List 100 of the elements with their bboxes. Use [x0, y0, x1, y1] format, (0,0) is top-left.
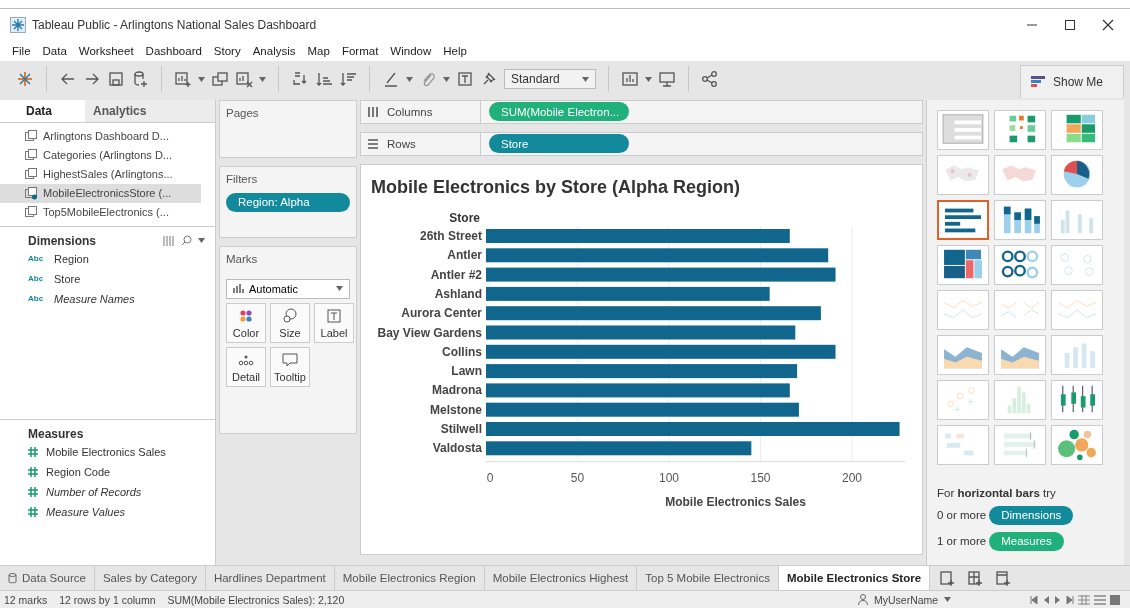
field-item[interactable]: Region	[54, 252, 89, 265]
menu-item[interactable]: Story	[207, 44, 247, 57]
save-icon[interactable]	[107, 70, 125, 89]
new-chart-icon[interactable]	[174, 70, 192, 89]
search-icon[interactable]	[181, 235, 192, 247]
menu-item[interactable]: Data	[36, 44, 73, 57]
caret-icon[interactable]	[198, 76, 205, 82]
menu-item[interactable]: Worksheet	[72, 44, 140, 57]
chart-type-thumbnail[interactable]	[1051, 199, 1103, 240]
new-dashboard-icon[interactable]	[966, 569, 985, 588]
field-item[interactable]: Mobile Electronics Sales	[46, 445, 166, 458]
chart-type-thumbnail[interactable]	[1051, 109, 1103, 150]
field-item[interactable]: Region Code	[46, 465, 111, 478]
menu-item[interactable]: Analysis	[246, 44, 302, 57]
chart-type-thumbnail[interactable]	[937, 199, 989, 240]
mark-button[interactable]: Tooltip	[270, 346, 310, 387]
menu-item[interactable]: Dashboard	[139, 44, 208, 57]
caret-icon[interactable]	[406, 76, 413, 82]
text-box-icon[interactable]	[456, 70, 474, 89]
caret-icon[interactable]	[336, 286, 343, 292]
database-plus-icon[interactable]	[131, 70, 149, 89]
maximize-icon[interactable]	[1064, 18, 1076, 31]
hash-icon	[28, 486, 38, 497]
data-source-item[interactable]: Categories (Arlingtons D...	[0, 145, 201, 165]
new-worksheet-icon[interactable]	[938, 569, 957, 588]
chart-type-thumbnail[interactable]	[937, 424, 989, 465]
dropdown-caret-icon[interactable]	[198, 238, 205, 244]
field-item[interactable]: Measure Names	[54, 292, 135, 305]
mark-button[interactable]: Color	[226, 302, 266, 343]
user-name[interactable]: MyUserName	[874, 593, 939, 606]
show-me-button[interactable]: Show Me	[1020, 64, 1124, 98]
app-logo-icon[interactable]	[16, 70, 34, 89]
caret-icon[interactable]	[443, 76, 450, 82]
presentation-icon[interactable]	[658, 70, 676, 89]
menu-item[interactable]: Window	[384, 44, 438, 57]
grid-view-icon[interactable]	[1078, 594, 1090, 605]
chart-type-thumbnail[interactable]	[1051, 379, 1103, 420]
filmstrip-icon[interactable]	[1110, 594, 1120, 605]
sheet-tab[interactable]: Mobile Electronics Store	[778, 566, 931, 591]
duplicate-icon[interactable]	[211, 70, 229, 89]
first-page-icon[interactable]	[1030, 595, 1038, 604]
field-type-tag: Measures	[989, 531, 1064, 551]
field-type-tag: Dimensions	[989, 505, 1074, 525]
field-item[interactable]: Number of Records	[46, 485, 142, 498]
chart-type-thumbnail[interactable]	[937, 244, 989, 285]
chart-type-thumbnail[interactable]	[994, 244, 1046, 285]
chart-type-thumbnail[interactable]	[994, 379, 1046, 420]
filter-pill[interactable]: Region: Alpha	[226, 192, 350, 212]
axis-label: 26th Street	[419, 228, 482, 243]
data-source-item[interactable]: Top5MobileElectronics (...	[0, 202, 201, 222]
mark-button[interactable]: Label	[314, 302, 354, 343]
data-source-item[interactable]: MobileElectronicsStore (...	[0, 183, 201, 203]
previous-icon[interactable]	[1042, 595, 1050, 604]
chart-type-thumbnail[interactable]	[994, 424, 1046, 465]
close-icon[interactable]	[1102, 18, 1114, 31]
chart-type-thumbnail[interactable]	[1051, 154, 1103, 195]
chart-type-thumbnail[interactable]	[994, 109, 1046, 150]
data-source-item[interactable]: HighestSales (Arlingtons...	[0, 164, 201, 184]
new-story-icon[interactable]	[994, 569, 1013, 588]
highlighter-icon[interactable]	[382, 70, 400, 89]
next-icon[interactable]	[1054, 595, 1062, 604]
chart-type-thumbnail[interactable]	[994, 154, 1046, 195]
mark-type-dropdown[interactable]: Automatic	[226, 278, 350, 299]
last-page-icon[interactable]	[1066, 595, 1074, 604]
mark-button[interactable]: Detail	[226, 346, 266, 387]
chart-type-thumbnail[interactable]	[937, 334, 989, 375]
clear-chart-icon[interactable]	[235, 70, 253, 89]
chart-type-thumbnail[interactable]	[1051, 424, 1103, 465]
chart-type-thumbnail[interactable]	[994, 199, 1046, 240]
chart-type-thumbnail[interactable]	[937, 289, 989, 330]
chart-type-thumbnail[interactable]	[1051, 289, 1103, 330]
axis-title: Mobile Electronics Sales	[665, 494, 806, 509]
chart-type-thumbnail[interactable]	[994, 289, 1046, 330]
field-pill[interactable]: Store	[489, 134, 629, 154]
menu-item[interactable]: Format	[335, 44, 385, 57]
caret-icon[interactable]	[645, 76, 652, 82]
field-item[interactable]: Store	[54, 272, 81, 285]
chart-options-icon[interactable]	[621, 70, 639, 89]
circles-icon	[281, 306, 299, 325]
menu-item[interactable]: Map	[301, 44, 336, 57]
pane-tab[interactable]: Analytics	[85, 99, 215, 122]
fit-dropdown[interactable]: Standard	[504, 69, 596, 90]
chart-type-thumbnail[interactable]	[1051, 244, 1103, 285]
field-item[interactable]: Measure Values	[46, 505, 126, 518]
data-source-item[interactable]: Arlingtons Dashboard D...	[0, 126, 201, 146]
menu-item[interactable]: Help	[437, 44, 473, 57]
chart-type-thumbnail[interactable]	[937, 109, 989, 150]
chart-type-thumbnail[interactable]	[937, 154, 989, 195]
list-view-icon[interactable]	[1094, 594, 1106, 605]
chart-type-thumbnail[interactable]	[994, 334, 1046, 375]
mark-button[interactable]: Size	[270, 302, 310, 343]
chart-type-thumbnail[interactable]	[937, 379, 989, 420]
chart-type-thumbnail[interactable]	[1051, 334, 1103, 375]
user-menu-caret-icon[interactable]	[944, 597, 952, 603]
share-icon[interactable]	[701, 70, 719, 89]
caret-icon[interactable]	[582, 76, 589, 82]
data-source-icon	[24, 167, 38, 182]
menu-item[interactable]: File	[6, 44, 37, 57]
columns-icon	[367, 105, 379, 118]
caret-icon[interactable]	[259, 76, 266, 82]
